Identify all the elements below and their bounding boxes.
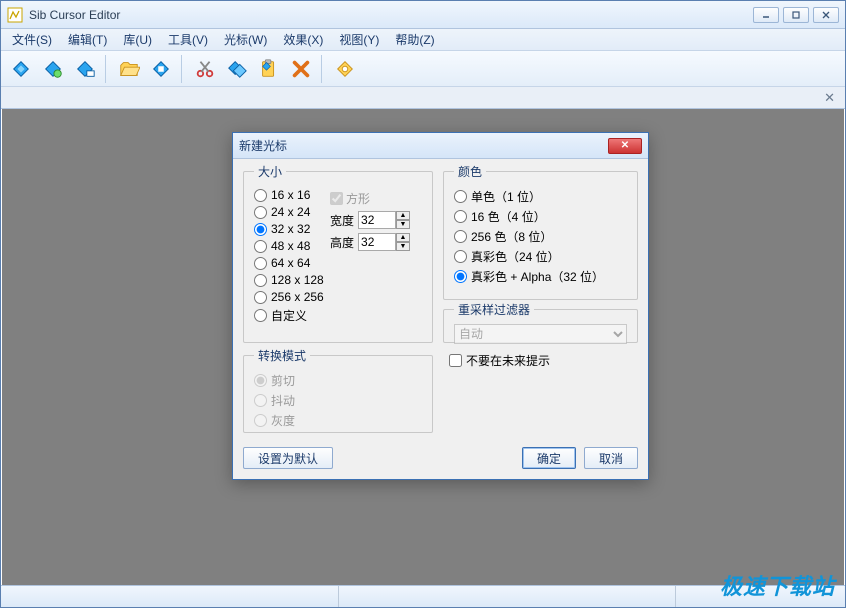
main-window: Sib Cursor Editor 文件(S) 编辑(T) 库(U) 工具(V)… bbox=[0, 0, 846, 608]
toolbar-settings-icon[interactable] bbox=[331, 55, 359, 83]
window-controls bbox=[753, 7, 839, 23]
toolbar-copy-icon[interactable] bbox=[223, 55, 251, 83]
menu-library[interactable]: 库(U) bbox=[116, 29, 159, 50]
toolbar-cut-icon[interactable] bbox=[191, 55, 219, 83]
color-radio-list: 单色（1 位） 16 色（4 位） 256 色（8 位） 真彩色（24 位） 真… bbox=[454, 188, 627, 285]
size-option-128[interactable]: 128 x 128 bbox=[254, 273, 422, 287]
square-checkbox-row: 方形 bbox=[330, 190, 410, 207]
menu-effects[interactable]: 效果(X) bbox=[276, 29, 330, 50]
color-group: 颜色 单色（1 位） 16 色（4 位） 256 色（8 位） 真彩色（24 位… bbox=[443, 163, 638, 300]
app-icon bbox=[7, 7, 23, 23]
status-segment bbox=[676, 586, 845, 607]
set-default-button[interactable]: 设置为默认 bbox=[243, 447, 333, 469]
window-titlebar: Sib Cursor Editor bbox=[1, 1, 845, 29]
dialog-button-row: 设置为默认 确定 取消 bbox=[243, 447, 638, 469]
toolbar-separator bbox=[321, 55, 325, 83]
document-close-icon[interactable]: ✕ bbox=[820, 90, 839, 106]
width-down-button[interactable]: ▼ bbox=[396, 220, 410, 229]
not-show-checkbox-row[interactable]: 不要在未来提示 bbox=[449, 352, 550, 369]
menu-bar: 文件(S) 编辑(T) 库(U) 工具(V) 光标(W) 效果(X) 视图(Y)… bbox=[1, 29, 845, 51]
size-option-256[interactable]: 256 x 256 bbox=[254, 290, 422, 304]
toolbar-new-library-icon[interactable] bbox=[71, 55, 99, 83]
not-show-label: 不要在未来提示 bbox=[466, 352, 550, 369]
dialog-body: 大小 16 x 16 24 x 24 32 x 32 48 x 48 64 x … bbox=[243, 163, 638, 439]
height-down-button[interactable]: ▼ bbox=[396, 242, 410, 251]
menu-file[interactable]: 文件(S) bbox=[5, 29, 59, 50]
height-input[interactable] bbox=[358, 233, 396, 251]
menu-cursor[interactable]: 光标(W) bbox=[217, 29, 274, 50]
width-spinner[interactable]: ▲▼ bbox=[358, 211, 410, 229]
color-option-1bit[interactable]: 单色（1 位） bbox=[454, 188, 627, 205]
new-cursor-dialog: 新建光标 ✕ 大小 16 x 16 24 x 24 32 x 32 48 x 4… bbox=[232, 132, 649, 480]
toolbar-new-icon[interactable] bbox=[7, 55, 35, 83]
color-option-8bit[interactable]: 256 色（8 位） bbox=[454, 228, 627, 245]
dialog-titlebar: 新建光标 ✕ bbox=[233, 133, 648, 159]
toolbar-delete-icon[interactable] bbox=[287, 55, 315, 83]
convert-option-dither: 抖动 bbox=[254, 392, 422, 409]
size-legend: 大小 bbox=[254, 163, 286, 180]
convert-option-crop: 剪切 bbox=[254, 372, 422, 389]
convert-radio-list: 剪切 抖动 灰度 bbox=[254, 372, 422, 429]
color-legend: 颜色 bbox=[454, 163, 486, 180]
menu-edit[interactable]: 编辑(T) bbox=[61, 29, 114, 50]
toolbar-new-cursor-icon[interactable] bbox=[39, 55, 67, 83]
color-option-24bit[interactable]: 真彩色（24 位） bbox=[454, 248, 627, 265]
document-tabstrip: ✕ bbox=[1, 87, 845, 109]
square-label: 方形 bbox=[346, 190, 370, 207]
status-bar bbox=[1, 585, 845, 607]
maximize-button[interactable] bbox=[783, 7, 809, 23]
color-option-4bit[interactable]: 16 色（4 位） bbox=[454, 208, 627, 225]
width-input[interactable] bbox=[358, 211, 396, 229]
menu-view[interactable]: 视图(Y) bbox=[332, 29, 386, 50]
size-group: 大小 16 x 16 24 x 24 32 x 32 48 x 48 64 x … bbox=[243, 163, 433, 343]
resample-group: 重采样过滤器 自动 bbox=[443, 301, 638, 343]
size-option-64[interactable]: 64 x 64 bbox=[254, 256, 422, 270]
resample-legend: 重采样过滤器 bbox=[454, 301, 534, 318]
toolbar-separator bbox=[181, 55, 185, 83]
color-option-32bit[interactable]: 真彩色 + Alpha（32 位） bbox=[454, 268, 627, 285]
resample-combo: 自动 bbox=[454, 324, 627, 344]
convert-option-gray: 灰度 bbox=[254, 412, 422, 429]
size-option-custom[interactable]: 自定义 bbox=[254, 307, 422, 324]
toolbar bbox=[1, 51, 845, 87]
square-checkbox bbox=[330, 192, 343, 205]
status-segment bbox=[1, 586, 339, 607]
dialog-title: 新建光标 bbox=[239, 137, 287, 154]
convert-legend: 转换模式 bbox=[254, 347, 310, 364]
dialog-close-button[interactable]: ✕ bbox=[608, 138, 642, 154]
height-label: 高度 bbox=[330, 234, 354, 251]
toolbar-separator bbox=[105, 55, 109, 83]
window-title: Sib Cursor Editor bbox=[29, 8, 120, 22]
width-up-button[interactable]: ▲ bbox=[396, 211, 410, 220]
menu-tools[interactable]: 工具(V) bbox=[161, 29, 215, 50]
width-label: 宽度 bbox=[330, 212, 354, 229]
height-spinner[interactable]: ▲▼ bbox=[358, 233, 410, 251]
ok-button[interactable]: 确定 bbox=[522, 447, 576, 469]
toolbar-paste-icon[interactable] bbox=[255, 55, 283, 83]
size-custom-panel: 方形 宽度 ▲▼ 高度 ▲▼ bbox=[330, 190, 410, 251]
menu-help[interactable]: 帮助(Z) bbox=[388, 29, 441, 50]
status-segment bbox=[339, 586, 677, 607]
cancel-button[interactable]: 取消 bbox=[584, 447, 638, 469]
convert-group: 转换模式 剪切 抖动 灰度 bbox=[243, 347, 433, 433]
toolbar-save-icon[interactable] bbox=[147, 55, 175, 83]
not-show-checkbox[interactable] bbox=[449, 354, 462, 367]
height-up-button[interactable]: ▲ bbox=[396, 233, 410, 242]
minimize-button[interactable] bbox=[753, 7, 779, 23]
toolbar-open-icon[interactable] bbox=[115, 55, 143, 83]
close-button[interactable] bbox=[813, 7, 839, 23]
